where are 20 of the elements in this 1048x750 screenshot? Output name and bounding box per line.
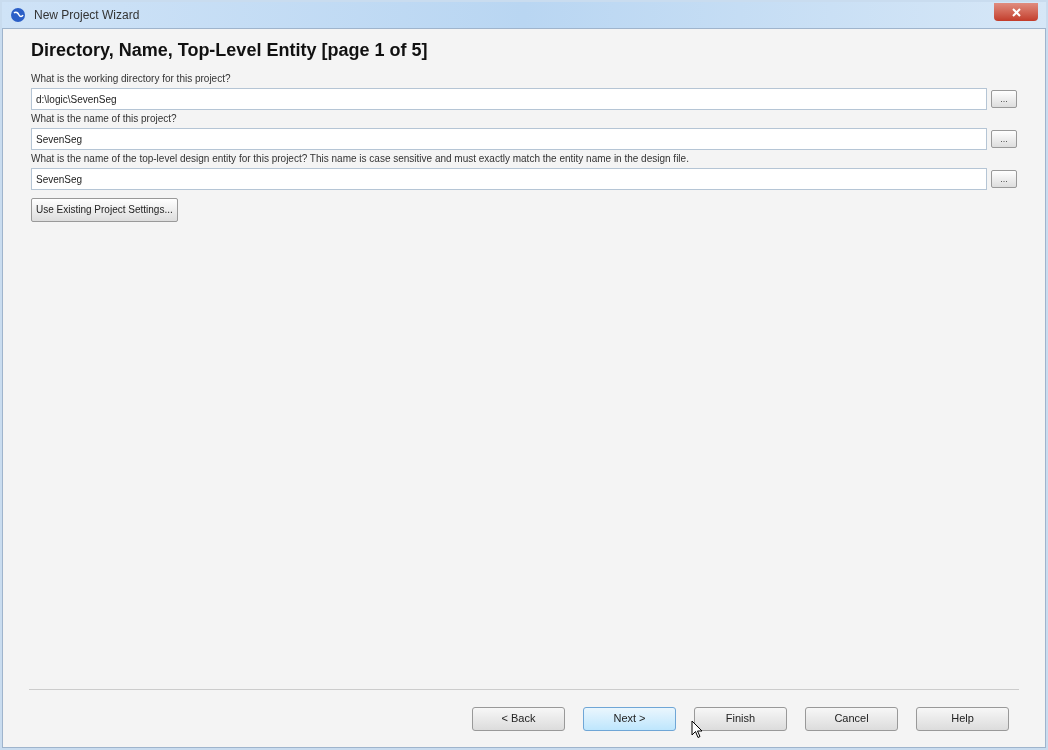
input-field[interactable]: d:\logic\SevenSeg [31,88,987,110]
dialog-button[interactable]: Help [916,706,1009,731]
dialog-button[interactable]: Finish [694,706,787,731]
dialog-button[interactable]: Next > [583,706,676,731]
mouse-cursor-icon [691,720,703,739]
window-title: New Project Wizard [34,7,140,24]
use-existing-settings-button[interactable]: Use Existing Project Settings... [31,197,178,222]
field-label: What is the working directory for this project? [31,72,232,86]
dialog-button[interactable]: Cancel [805,706,898,731]
browse-button[interactable]: ... [991,130,1017,148]
input-field[interactable]: SevenSeg [31,168,987,190]
dialog-button[interactable]: < Back [472,706,565,731]
browse-button[interactable]: ... [991,170,1017,188]
input-field[interactable]: SevenSeg [31,128,987,150]
field-label: What is the name of this project? [31,112,178,126]
close-icon [1011,7,1021,17]
close-button[interactable] [994,3,1038,21]
field-label: What is the name of the top-level design entity for this project? This name is case sensitive and must exactly match the entity name in the design file. [31,152,690,166]
browse-button[interactable]: ... [991,90,1017,108]
page-heading: Directory, Name, Top-Level Entity [page 1 of 5] [31,39,429,62]
